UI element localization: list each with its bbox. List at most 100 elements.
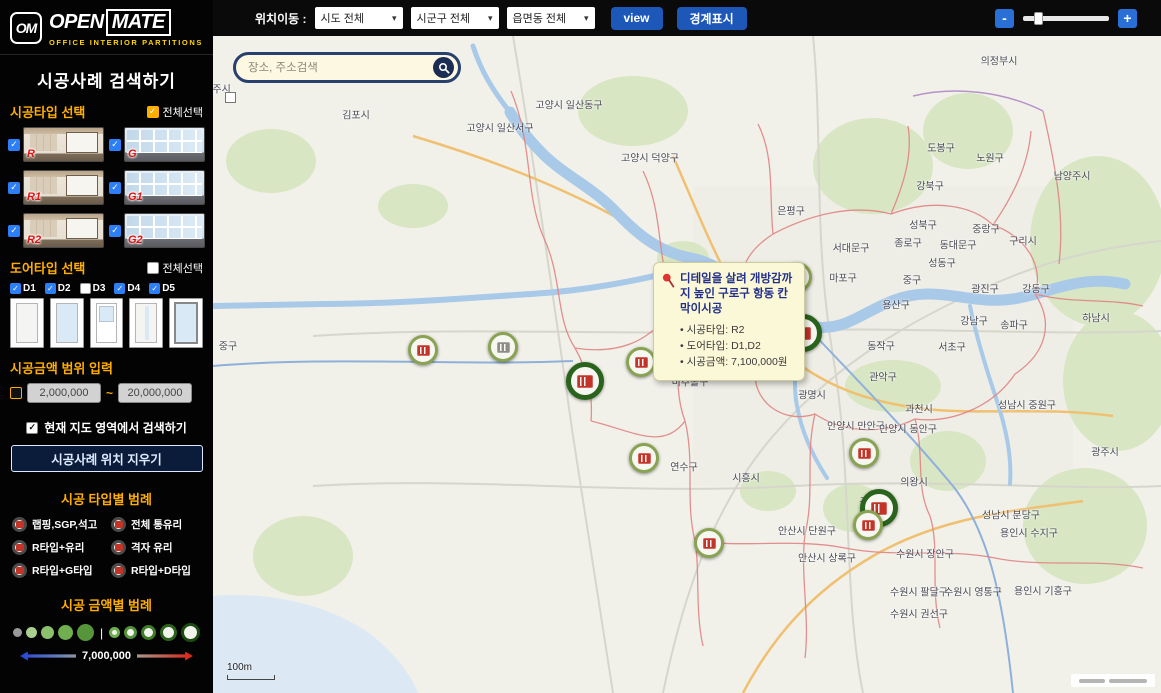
type-legend-marker-icon xyxy=(12,540,27,555)
door-type-label: D3 xyxy=(93,283,106,294)
construction-type-thumbnail[interactable]: G xyxy=(124,127,205,162)
view-button[interactable]: view xyxy=(611,7,663,30)
door-type-item[interactable]: D3 xyxy=(80,283,106,294)
price-legend-high-arrow-icon xyxy=(137,652,193,661)
door-type-checkbox[interactable]: ✓ xyxy=(114,283,125,294)
price-legend-circle xyxy=(41,626,54,639)
type-legend-item: R타입+D타입 xyxy=(111,563,201,578)
type-legend-heading: 시공 타입별 범례 xyxy=(0,489,213,508)
map-marker[interactable] xyxy=(694,528,724,558)
logo-mate-text: MATE xyxy=(106,9,171,36)
zoom-slider-track[interactable] xyxy=(1023,16,1109,21)
select-value: 시도 전체 xyxy=(321,10,365,26)
construction-type-checkbox[interactable]: ✓ xyxy=(109,182,121,194)
construction-type-checkbox[interactable]: ✓ xyxy=(109,225,121,237)
construction-type-checkbox[interactable]: ✓ xyxy=(8,182,20,194)
door-type-thumbnail[interactable] xyxy=(129,298,163,348)
construction-select-all-checkbox[interactable]: ✓ xyxy=(147,106,159,118)
map-marker[interactable] xyxy=(566,362,604,400)
case-tooltip: 디테일을 살려 개방감까지 높인 구로구 항동 칸막이시공 • 시공타입: R2… xyxy=(653,262,805,381)
construction-type-checkbox[interactable]: ✓ xyxy=(109,139,121,151)
tooltip-body: 디테일을 살려 개방감까지 높인 구로구 항동 칸막이시공 • 시공타입: R2… xyxy=(680,272,795,371)
door-type-checkbox[interactable]: ✓ xyxy=(45,283,56,294)
door-type-item[interactable]: ✓D4 xyxy=(114,283,140,294)
construction-type-label: R1 xyxy=(27,191,41,203)
door-type-checkbox[interactable]: ✓ xyxy=(10,283,21,294)
zoom-in-button[interactable]: + xyxy=(1118,9,1137,28)
construction-type-thumbnail[interactable]: R1 xyxy=(23,170,104,205)
partition-photo-icon xyxy=(577,375,593,388)
eupmyeondong-select[interactable]: 읍면동 전체▾ xyxy=(507,7,595,29)
price-legend-circle xyxy=(58,625,73,640)
map-area-search-toggle[interactable]: ✓ 현재 지도 영역에서 검색하기 xyxy=(0,419,213,436)
price-range-checkbox[interactable] xyxy=(10,387,22,399)
price-legend-circle xyxy=(77,624,94,641)
map-marker[interactable] xyxy=(849,438,879,468)
type-legend-item: 전체 통유리 xyxy=(111,517,201,532)
price-legend-low-arrow-icon xyxy=(20,652,76,661)
logo: OM OPEN MATE OFFICE INTERIOR PARTITIONS xyxy=(0,0,213,55)
construction-type-thumbnail[interactable]: G2 xyxy=(124,213,205,248)
map-area-search-label: 현재 지도 영역에서 검색하기 xyxy=(44,419,186,436)
construction-type-label: G xyxy=(128,148,137,160)
construction-type-thumbnail[interactable]: R xyxy=(23,127,104,162)
construction-select-all[interactable]: ✓ 전체선택 xyxy=(147,104,203,120)
door-type-item[interactable]: ✓D2 xyxy=(45,283,71,294)
boundary-toggle-button[interactable]: 경계표시 xyxy=(677,7,747,30)
price-legend-circle xyxy=(13,628,22,637)
door-type-thumbnail[interactable] xyxy=(90,298,124,348)
type-legend-item: 격자 유리 xyxy=(111,540,201,555)
door-type-label: D4 xyxy=(127,283,140,294)
map-marker[interactable] xyxy=(488,332,518,362)
map-marker[interactable] xyxy=(853,510,883,540)
construction-type-checkbox[interactable]: ✓ xyxy=(8,225,20,237)
construction-type-thumbnail[interactable]: R2 xyxy=(23,213,104,248)
clear-locations-button[interactable]: 시공사례 위치 지우기 xyxy=(11,445,203,472)
door-select-all[interactable]: 전체선택 xyxy=(147,260,203,276)
map-scale-bar xyxy=(227,675,275,680)
price-tilde: ~ xyxy=(106,386,113,400)
map-marker[interactable] xyxy=(629,443,659,473)
price-max-input[interactable] xyxy=(118,383,192,403)
construction-type-item: ✓R2 xyxy=(8,213,104,248)
tooltip-detail: • 시공금액: 7,100,000원 xyxy=(680,354,795,370)
construction-type-item: ✓G xyxy=(109,127,205,162)
partition-photo-icon xyxy=(417,345,430,356)
door-type-item[interactable]: ✓D5 xyxy=(149,283,175,294)
map-marker[interactable] xyxy=(408,335,438,365)
door-type-thumbnail[interactable] xyxy=(10,298,44,348)
map-scale: 100m xyxy=(227,662,275,680)
select-value: 시군구 전체 xyxy=(417,10,471,26)
price-min-input[interactable] xyxy=(27,383,101,403)
construction-type-item: ✓ R1 xyxy=(8,170,104,205)
construction-type-thumbnail[interactable]: G1 xyxy=(124,170,205,205)
tooltip-detail: • 도어타입: D1,D2 xyxy=(680,338,795,354)
sigungu-select[interactable]: 시군구 전체▾ xyxy=(411,7,499,29)
map-canvas[interactable]: 파주시의정부시김포시고양시 일산서구고양시 일산동구고양시 덕양구도봉구노원구남… xyxy=(213,36,1161,693)
construction-type-label: R xyxy=(27,148,35,160)
map-overlay-checkbox[interactable] xyxy=(225,92,236,103)
select-value: 읍면동 전체 xyxy=(513,10,567,26)
construction-type-checkbox[interactable]: ✓ xyxy=(8,139,20,151)
door-type-thumbnail[interactable] xyxy=(169,298,203,348)
type-legend-label: 랩핑,SGP,석고 xyxy=(32,517,97,532)
price-legend-circle xyxy=(124,626,137,639)
door-type-thumbnail[interactable] xyxy=(50,298,84,348)
map-area-search-checkbox[interactable]: ✓ xyxy=(26,422,38,434)
type-legend-marker-icon xyxy=(111,540,126,555)
map-marker[interactable] xyxy=(626,347,656,377)
door-select-all-checkbox[interactable] xyxy=(147,262,159,274)
door-type-item[interactable]: ✓D1 xyxy=(10,283,36,294)
door-type-heading: 도어타입 선택 xyxy=(10,258,85,277)
sidebar: OM OPEN MATE OFFICE INTERIOR PARTITIONS … xyxy=(0,0,213,693)
search-input[interactable] xyxy=(248,62,433,74)
price-range-header: 시공금액 범위 입력 xyxy=(0,358,213,377)
door-type-checkbox[interactable] xyxy=(80,283,91,294)
search-button[interactable] xyxy=(433,57,454,78)
sido-select[interactable]: 시도 전체 ▾ xyxy=(315,7,403,29)
door-type-checkbox[interactable]: ✓ xyxy=(149,283,160,294)
zoom-out-button[interactable]: - xyxy=(995,9,1014,28)
zoom-slider-handle[interactable] xyxy=(1034,12,1043,25)
chevron-down-icon: ▾ xyxy=(392,13,397,24)
construction-type-item: ✓G2 xyxy=(109,213,205,248)
